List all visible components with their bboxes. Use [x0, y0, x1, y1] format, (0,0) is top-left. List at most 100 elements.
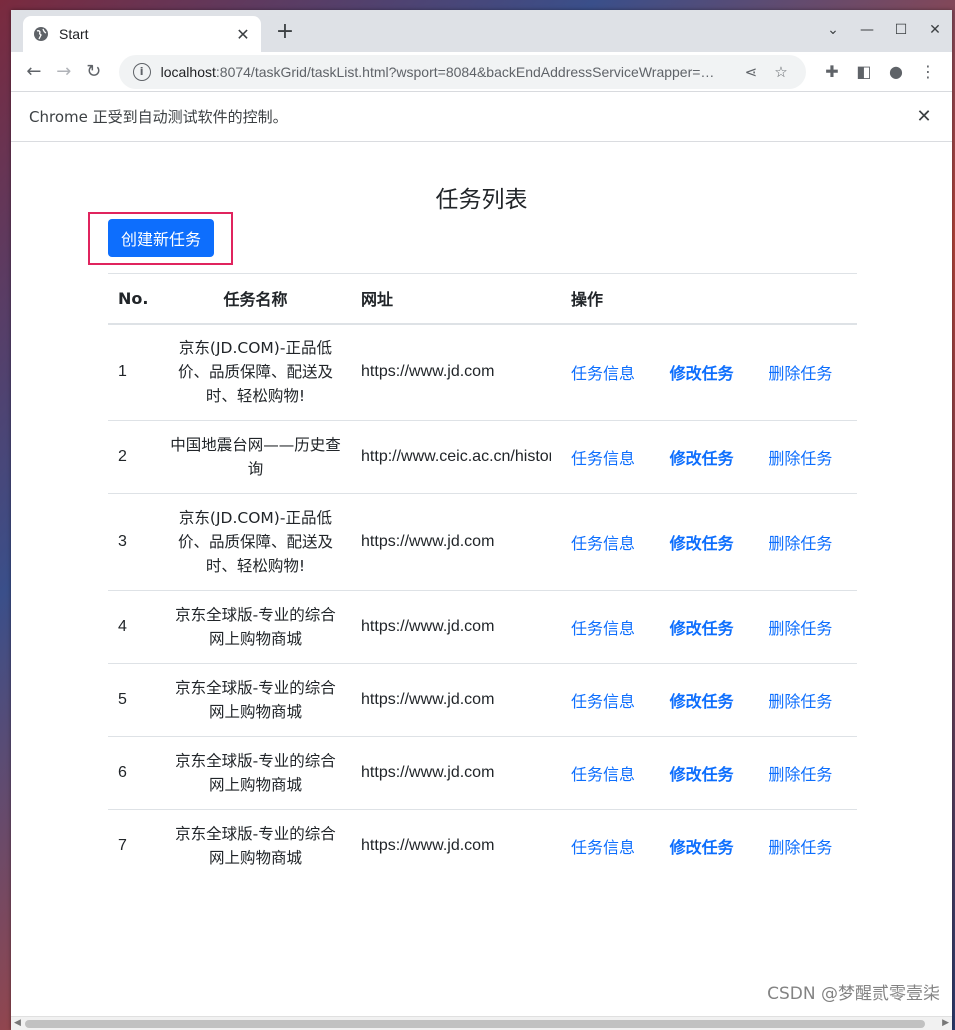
- row-name: 京东全球版-专业的综合网上购物商城: [159, 663, 352, 737]
- delete-task-link[interactable]: 删除任务: [768, 838, 832, 857]
- infobar-close-icon[interactable]: ✕: [914, 106, 934, 127]
- profile-icon[interactable]: ●: [880, 62, 912, 81]
- row-no: 6: [108, 736, 160, 810]
- task-info-link[interactable]: 任务信息: [571, 765, 635, 784]
- row-edit-cell: 修改任务: [659, 420, 759, 494]
- row-delete-cell: 删除任务: [758, 323, 857, 421]
- task-info-link[interactable]: 任务信息: [571, 619, 635, 638]
- header-name: 任务名称: [159, 273, 352, 325]
- table-row: 1 京东(JD.COM)-正品低价、品质保障、配送及时、轻松购物! https:…: [108, 323, 857, 421]
- task-info-link[interactable]: 任务信息: [571, 692, 635, 711]
- row-url-cell: https://www.jd.com: [351, 663, 562, 737]
- scroll-left-icon[interactable]: ◀: [14, 1018, 21, 1028]
- side-panel-icon[interactable]: ◧: [848, 62, 880, 81]
- row-no: 3: [108, 493, 160, 591]
- row-edit-cell: 修改任务: [659, 493, 759, 591]
- delete-task-link[interactable]: 删除任务: [768, 449, 832, 468]
- row-url-cell: https://www.jd.com: [351, 493, 562, 591]
- edit-task-link[interactable]: 修改任务: [670, 449, 734, 468]
- row-delete-cell: 删除任务: [758, 590, 857, 664]
- minimize-icon[interactable]: —: [850, 18, 884, 42]
- row-url-cell: https://www.jd.com: [351, 810, 561, 883]
- task-info-link[interactable]: 任务信息: [571, 838, 635, 857]
- extensions-icon[interactable]: ✚: [816, 62, 848, 81]
- share-icon[interactable]: ⋖: [736, 63, 766, 81]
- task-info-link[interactable]: 任务信息: [571, 364, 635, 383]
- row-url: https://www.jd.com: [361, 363, 495, 381]
- browser-toolbar: ← → ↻ i localhost:8074/taskGrid/taskList…: [11, 52, 952, 92]
- header-ops-blank: [659, 273, 759, 325]
- scroll-right-icon[interactable]: ▶: [942, 1018, 949, 1028]
- row-url-cell: http://www.ceic.ac.cn/history: [351, 420, 562, 494]
- row-edit-cell: 修改任务: [659, 323, 759, 421]
- edit-task-link[interactable]: 修改任务: [670, 765, 734, 784]
- tab-close-icon[interactable]: ✕: [235, 25, 251, 44]
- row-edit-cell: 修改任务: [660, 810, 759, 883]
- row-edit-cell: 修改任务: [659, 663, 759, 737]
- header-url: 网址: [351, 273, 562, 325]
- url-host: localhost: [160, 63, 216, 80]
- table-row: 2 中国地震台网——历史查询 http://www.ceic.ac.cn/his…: [108, 420, 857, 494]
- edit-task-link[interactable]: 修改任务: [670, 838, 734, 857]
- edit-task-link[interactable]: 修改任务: [670, 364, 734, 383]
- edit-task-link[interactable]: 修改任务: [670, 692, 734, 711]
- row-no: 4: [108, 590, 160, 664]
- row-info-cell: 任务信息: [561, 736, 660, 810]
- delete-task-link[interactable]: 删除任务: [768, 534, 832, 553]
- row-info-cell: 任务信息: [561, 493, 660, 591]
- tab-start[interactable]: Start ✕: [23, 16, 261, 52]
- row-info-cell: 任务信息: [561, 663, 660, 737]
- row-url: http://www.ceic.ac.cn/history: [361, 448, 552, 465]
- row-delete-cell: 删除任务: [758, 810, 857, 883]
- menu-icon[interactable]: ⋮: [912, 62, 944, 81]
- row-delete-cell: 删除任务: [758, 420, 857, 494]
- address-bar[interactable]: i localhost:8074/taskGrid/taskList.html?…: [118, 54, 806, 89]
- forward-icon[interactable]: →: [49, 57, 79, 87]
- row-name: 中国地震台网——历史查询: [159, 420, 352, 494]
- window-close-icon[interactable]: ✕: [918, 18, 952, 42]
- site-info-icon[interactable]: i: [132, 62, 151, 81]
- maximize-icon[interactable]: ☐: [884, 18, 918, 42]
- browser-window: Start ✕ + ⌄ — ☐ ✕ ← → ↻ i localhost:8074…: [11, 10, 952, 1030]
- automation-infobar: Chrome 正受到自动测试软件的控制。 ✕: [11, 92, 952, 142]
- task-info-link[interactable]: 任务信息: [571, 449, 635, 468]
- delete-task-link[interactable]: 删除任务: [768, 692, 832, 711]
- table-row: 6 京东全球版-专业的综合网上购物商城 https://www.jd.com 任…: [108, 736, 857, 810]
- task-info-link[interactable]: 任务信息: [571, 534, 635, 553]
- row-info-cell: 任务信息: [561, 323, 660, 421]
- window-controls: ⌄ — ☐ ✕: [816, 18, 952, 42]
- delete-task-link[interactable]: 删除任务: [768, 364, 832, 383]
- table-row: 7 京东全球版-专业的综合网上购物商城 https://www.jd.com 任…: [108, 810, 857, 883]
- row-url: https://www.jd.com: [361, 837, 495, 855]
- header-ops-blank: [758, 273, 857, 325]
- row-delete-cell: 删除任务: [758, 736, 857, 810]
- row-no: 7: [118, 837, 127, 855]
- delete-task-link[interactable]: 删除任务: [768, 765, 832, 784]
- create-task-button[interactable]: 创建新任务: [108, 219, 214, 257]
- new-tab-icon[interactable]: +: [273, 20, 297, 44]
- globe-icon: [34, 27, 48, 41]
- table-row: 4 京东全球版-专业的综合网上购物商城 https://www.jd.com 任…: [108, 590, 857, 664]
- row-delete-cell: 删除任务: [758, 493, 857, 591]
- back-icon[interactable]: ←: [19, 57, 49, 87]
- row-url-cell: https://www.jd.com: [351, 590, 562, 664]
- row-url: https://www.jd.com: [361, 618, 495, 635]
- tab-strip: Start ✕ + ⌄ — ☐ ✕: [11, 10, 952, 52]
- row-no: 5: [108, 663, 160, 737]
- url-text[interactable]: localhost:8074/taskGrid/taskList.html?ws…: [161, 64, 736, 80]
- row-url: https://www.jd.com: [361, 533, 495, 550]
- page-content: 任务列表 创建新任务 No. 任务名称 网址 操作 1 京东(JD.COM)-正…: [11, 142, 952, 1010]
- watermark: CSDN @梦醒贰零壹柒: [767, 984, 940, 1004]
- tab-search-icon[interactable]: ⌄: [816, 18, 850, 42]
- bookmark-star-icon[interactable]: ☆: [766, 63, 796, 81]
- delete-task-link[interactable]: 删除任务: [768, 619, 832, 638]
- toolbar-icons: ✚ ◧ ● ⋮: [816, 62, 944, 81]
- table-row: 5 京东全球版-专业的综合网上购物商城 https://www.jd.com 任…: [108, 663, 857, 737]
- scroll-thumb[interactable]: [25, 1020, 925, 1028]
- edit-task-link[interactable]: 修改任务: [670, 619, 734, 638]
- row-no: 2: [108, 420, 160, 494]
- reload-icon[interactable]: ↻: [79, 57, 109, 87]
- row-no: 1: [108, 323, 160, 421]
- edit-task-link[interactable]: 修改任务: [670, 534, 734, 553]
- horizontal-scrollbar[interactable]: ◀ ▶: [11, 1016, 952, 1030]
